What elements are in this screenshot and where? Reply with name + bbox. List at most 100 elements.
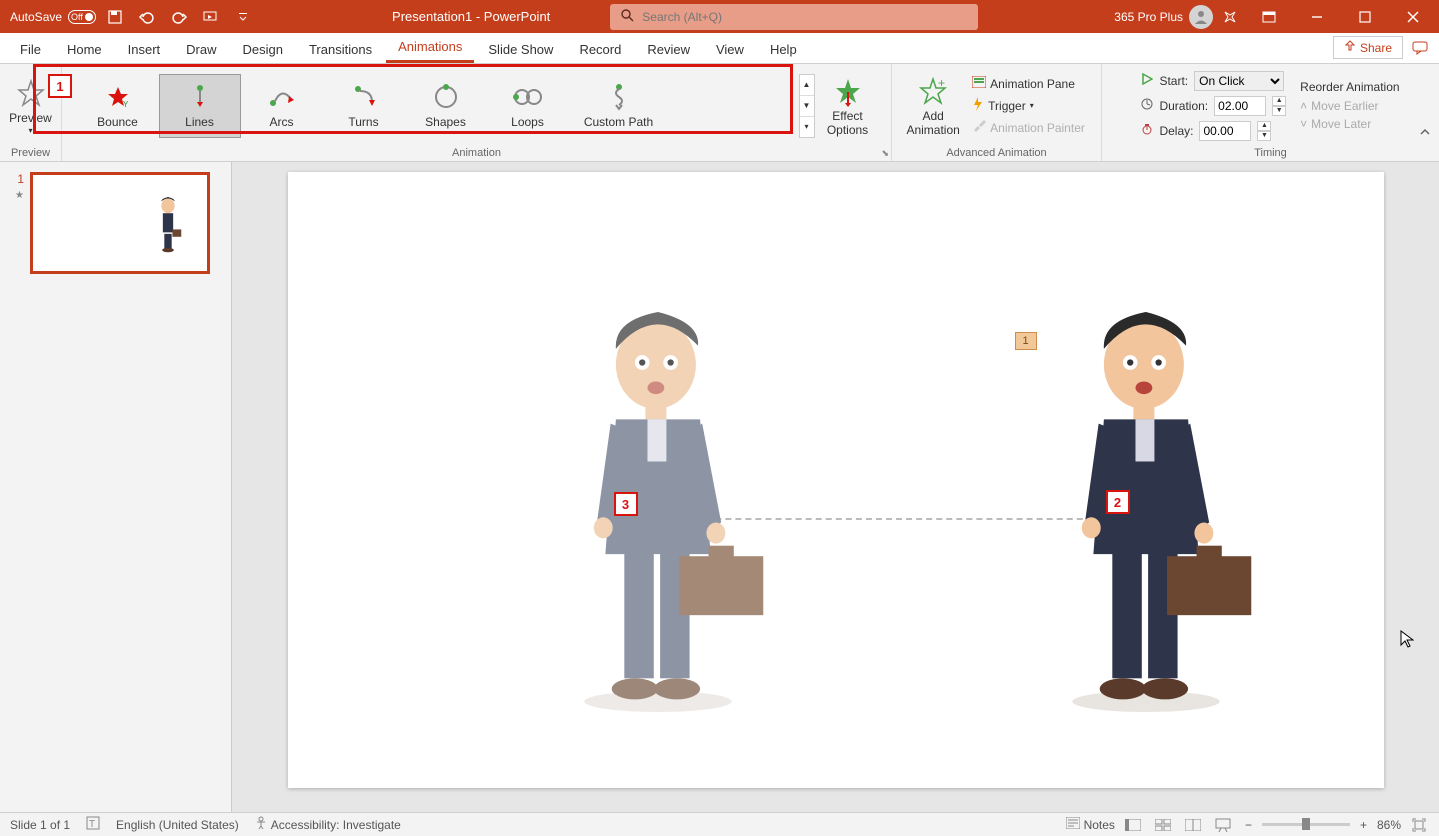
duration-label: Duration: [1159,99,1208,113]
maximize-button[interactable] [1343,0,1387,33]
gallery-down-button[interactable]: ▼ [800,96,814,117]
notes-icon [1066,817,1080,832]
gallery-item-loops[interactable]: Loops [487,74,569,138]
tab-file[interactable]: File [8,36,53,63]
from-beginning-button[interactable] [198,4,224,30]
animation-group-launcher[interactable]: ⬊ [881,148,889,159]
tab-animations[interactable]: Animations [386,33,474,63]
effect-options-button[interactable]: Effect Options [819,71,877,141]
title-bar: AutoSave Off Presentation1 - PowerPoint … [0,0,1439,33]
tab-draw[interactable]: Draw [174,36,228,63]
add-animation-button[interactable]: + Add Animation [904,71,962,141]
timing-group-label: Timing [1254,147,1287,161]
thumbnail-number: 1 [17,172,24,186]
account-button[interactable]: 365 Pro Plus [1114,5,1213,29]
qat-more-button[interactable] [230,4,256,30]
tab-help[interactable]: Help [758,36,809,63]
document-title: Presentation1 - PowerPoint [392,9,550,24]
animation-group-label: Animation [452,147,501,161]
search-input[interactable] [642,10,968,24]
delay-label: Delay: [1159,124,1193,138]
add-animation-icon: + [918,74,948,110]
close-button[interactable] [1391,0,1435,33]
arcs-icon [267,83,297,111]
zoom-level[interactable]: 86% [1377,818,1401,832]
chevron-down-icon: ▾ [1030,101,1034,110]
ribbon-display-button[interactable] [1247,0,1291,33]
advanced-animation-group-label: Advanced Animation [946,147,1046,161]
gallery-item-bounce[interactable]: Y Bounce [77,74,159,138]
slide-canvas-area[interactable]: 1 [232,162,1439,812]
duration-input[interactable] [1214,96,1266,116]
tab-insert[interactable]: Insert [116,36,173,63]
move-earlier-button[interactable]: ˄ Move Earlier [1300,98,1399,114]
animation-painter-icon [972,120,986,135]
duration-icon [1141,98,1153,113]
custom-path-icon [607,83,631,111]
tab-record[interactable]: Record [567,36,633,63]
share-label: Share [1360,41,1392,55]
move-later-button[interactable]: ˅ Move Later [1300,116,1399,132]
preview-group-label: Preview [11,147,50,161]
redo-button[interactable] [166,4,192,30]
duration-spinner[interactable]: ▲▼ [1272,96,1286,116]
slide-thumbnail-1[interactable]: 1 ★ [6,172,225,274]
coming-soon-button[interactable] [1217,4,1243,30]
slide-sorter-view-button[interactable] [1151,815,1175,835]
shapes-icon [432,83,460,111]
normal-view-button[interactable] [1121,815,1145,835]
tab-transitions[interactable]: Transitions [297,36,384,63]
accessibility-button[interactable]: Accessibility: Investigate [255,816,401,833]
comments-button[interactable] [1409,37,1431,59]
gallery-item-arcs[interactable]: Arcs [241,74,323,138]
gallery-item-custom-path[interactable]: Custom Path [569,74,669,138]
language-indicator[interactable]: English (United States) [116,818,239,832]
zoom-slider[interactable] [1262,823,1350,826]
delay-spinner[interactable]: ▲▼ [1257,121,1271,141]
slide-indicator[interactable]: Slide 1 of 1 [10,818,70,832]
notes-button[interactable]: Notes [1066,817,1115,832]
gallery-item-shapes[interactable]: Shapes [405,74,487,138]
tab-view[interactable]: View [704,36,756,63]
mouse-cursor-icon [1400,630,1414,648]
businessman-figure[interactable] [1036,312,1256,712]
search-box[interactable] [610,4,978,30]
account-label: 365 Pro Plus [1114,10,1183,24]
tab-home[interactable]: Home [55,36,114,63]
slideshow-view-button[interactable] [1211,815,1235,835]
gallery-more-button[interactable]: ▾ [800,117,814,137]
ribbon-tabs: File Home Insert Draw Design Transitions… [0,33,1439,64]
gallery-item-lines[interactable]: Lines [159,74,241,138]
text-format-icon[interactable]: T [86,816,100,833]
animation-painter-button[interactable]: Animation Painter [968,118,1089,137]
animation-order-tag[interactable]: 1 [1015,332,1037,350]
gallery-up-button[interactable]: ▲ [800,75,814,96]
chevron-down-icon: ▾ [28,126,32,135]
delay-input[interactable] [1199,121,1251,141]
zoom-out-button[interactable]: − [1241,818,1256,832]
tab-design[interactable]: Design [231,36,295,63]
animation-pane-button[interactable]: Animation Pane [968,74,1089,93]
tutorial-marker-3: 3 [614,492,638,516]
gallery-item-turns[interactable]: Turns [323,74,405,138]
tab-review[interactable]: Review [635,36,702,63]
svg-text:Y: Y [123,100,129,109]
minimize-button[interactable] [1295,0,1339,33]
share-button[interactable]: Share [1333,36,1403,59]
zoom-in-button[interactable]: + [1356,818,1371,832]
collapse-ribbon-button[interactable] [1419,126,1431,141]
autosave-label: AutoSave [10,10,62,24]
effect-options-label: Effect Options [827,110,868,136]
undo-button[interactable] [134,4,160,30]
autosave-toggle[interactable]: AutoSave Off [10,10,96,24]
animation-gallery: Y Bounce Lines Arcs Turns Shapes [77,72,799,140]
tab-slideshow[interactable]: Slide Show [476,36,565,63]
thumbnail-image [30,172,210,274]
fit-to-window-button[interactable] [1407,815,1431,835]
bounce-icon: Y [104,83,132,111]
start-select[interactable]: On Click [1194,71,1284,91]
save-button[interactable] [102,4,128,30]
tutorial-marker-2: 2 [1106,490,1130,514]
reading-view-button[interactable] [1181,815,1205,835]
trigger-button[interactable]: Trigger ▾ [968,95,1089,116]
